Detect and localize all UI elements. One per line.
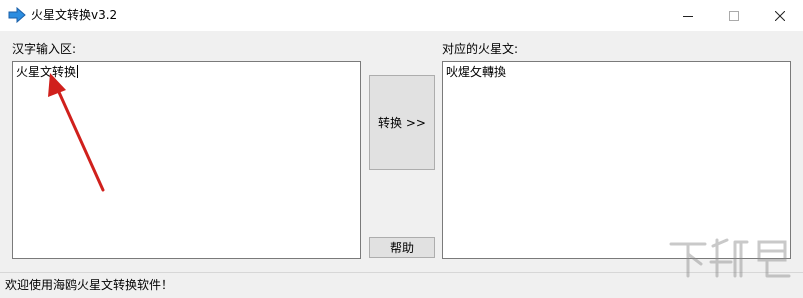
minimize-button[interactable] (665, 0, 711, 31)
arrow-right-icon (8, 7, 26, 23)
status-text: 欢迎使用海鸥火星文转换软件！ (5, 278, 174, 292)
close-icon (775, 10, 785, 21)
output-label: 对应的火星文: (442, 42, 519, 56)
martian-output-text: 吙煋攵轉換 (446, 65, 507, 79)
minimize-icon (683, 15, 693, 17)
text-caret (77, 65, 79, 78)
status-bar: 欢迎使用海鸥火星文转换软件！ (0, 272, 803, 298)
main-panel: 汉字输入区: 对应的火星文: 火星文转换 吙煋攵轉換 转换 >> 帮助 (0, 31, 803, 272)
maximize-icon (729, 10, 739, 21)
convert-button[interactable]: 转换 >> (369, 75, 435, 170)
hanzi-input-text: 火星文转换 (16, 65, 77, 79)
close-button[interactable] (757, 0, 803, 31)
maximize-button[interactable] (711, 0, 757, 31)
window-title: 火星文转换v3.2 (31, 8, 118, 22)
input-label: 汉字输入区: (12, 42, 77, 56)
martian-output-textarea[interactable]: 吙煋攵轉換 (442, 61, 791, 259)
title-bar: 火星文转换v3.2 (0, 0, 803, 31)
hanzi-input-textarea[interactable]: 火星文转换 (12, 61, 361, 259)
help-button[interactable]: 帮助 (369, 237, 435, 258)
